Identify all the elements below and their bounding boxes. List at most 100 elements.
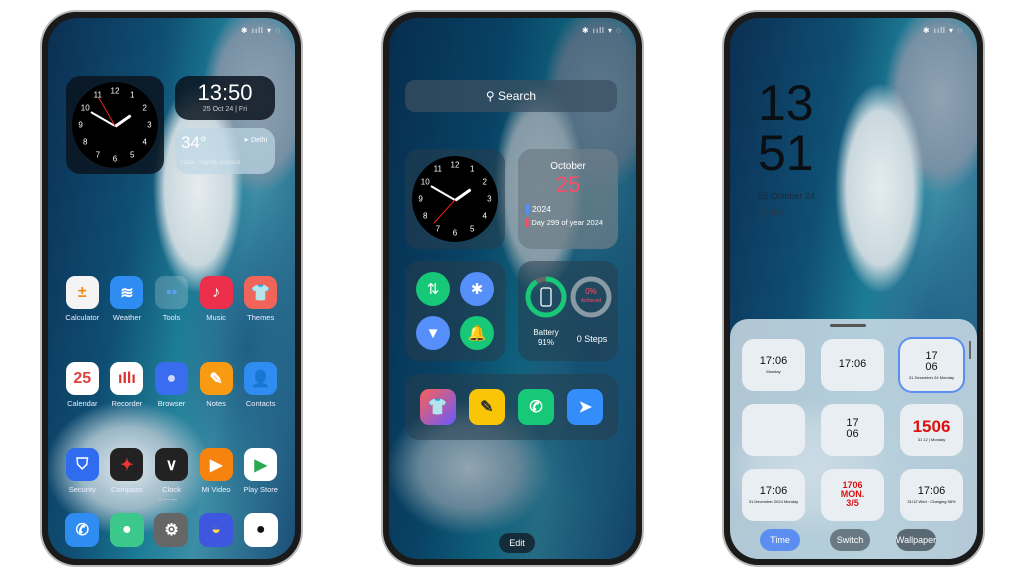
app-label: Tools — [162, 313, 181, 322]
clock-style-thumbnail[interactable]: 17:06 31/12 Wed · Charging 58% — [900, 469, 963, 521]
app-label: Music — [206, 313, 226, 322]
clock-style-thumbnail[interactable]: 17:06 31 December 2024 Monday — [742, 469, 805, 521]
calendar-widget[interactable]: October 25 ▌2024 ▌Day 299 of year 2024 — [518, 149, 618, 249]
app-play-store[interactable]: ▶ Play Store — [238, 448, 283, 494]
clock-style-thumbnail[interactable]: 17 06 — [821, 404, 884, 456]
whatsapp-icon[interactable]: ✆ — [518, 389, 555, 425]
contacts-icon: 👤 — [244, 362, 278, 395]
clock-face: 1 2 3 4 5 6 7 8 9 10 11 12 — [412, 156, 498, 242]
dock-item[interactable]: ⚙ — [149, 513, 194, 547]
clock-style-thumbnail[interactable]: 17 06 31 December 24 Monday — [900, 339, 963, 391]
app-label: Calendar — [67, 399, 98, 408]
notes-icon: ✎ — [199, 362, 233, 395]
app-contacts[interactable]: 👤 Contacts — [238, 362, 283, 408]
thumb-sub: 31 12 | Monday — [917, 437, 946, 442]
thumb-sub: Monday — [766, 369, 781, 374]
settings-icon: ⚙ — [154, 513, 189, 547]
app-mi-video[interactable]: ▶ Mi Video — [194, 448, 239, 494]
digital-time: 13:50 — [197, 80, 253, 105]
clock-numeral: 12 — [110, 86, 120, 96]
app-notes[interactable]: ✎ Notes — [194, 362, 239, 408]
dock-item[interactable]: ● — [238, 513, 283, 547]
thumb-time: 17:06 — [917, 485, 946, 497]
app-recorder[interactable]: ıIlı Recorder — [105, 362, 150, 408]
telegram-icon[interactable]: ➤ — [567, 389, 604, 425]
app-grid: ± Calculator ≋ Weather ▪▪ Tools ♪ Music 👕 Themes 2… — [60, 276, 283, 494]
scrollbar[interactable] — [969, 341, 971, 359]
thumb-sub: 31 December 24 Monday — [909, 374, 954, 380]
drag-handle[interactable] — [830, 324, 866, 327]
clock-face: 1 2 3 4 5 6 7 8 9 10 11 12 — [72, 82, 158, 168]
dock-item[interactable]: ✆ — [60, 513, 105, 547]
bluetooth-toggle[interactable]: ✱ — [460, 272, 494, 306]
calendar-year: 2024 — [532, 204, 551, 214]
clock-style-thumbnail[interactable]: 1706 MON. 3/5 — [821, 469, 884, 521]
clock-numeral: 9 — [78, 120, 83, 130]
thumb-time: 1706 MON. 3/5 — [840, 479, 865, 508]
phone-home-screen: ✱ ııll ▾ ◌ 1 2 3 4 5 6 7 8 9 10 11 12 13:50 25 Oct … — [42, 12, 301, 565]
mobile-data-toggle[interactable]: ⇅ — [416, 272, 450, 306]
battery-steps-widget[interactable]: 0% Achieved Battery 91% 0 Steps — [518, 261, 618, 361]
thumb-time: 17 06 — [846, 417, 859, 440]
clock-numeral: 4 — [142, 137, 148, 147]
dock-item[interactable]: ● — [105, 513, 150, 547]
tools-folder-icon: ▪▪ — [154, 276, 188, 309]
dock: ✆ ● ⚙ ◒ ● — [60, 513, 283, 547]
app-calculator[interactable]: ± Calculator — [60, 276, 105, 322]
camera-icon: ● — [243, 513, 278, 547]
tab-switch[interactable]: Switch — [830, 529, 870, 551]
search-label: Search — [498, 89, 537, 103]
analog-clock-widget[interactable]: 1 2 3 4 5 6 7 8 9 10 11 12 — [405, 149, 505, 249]
clock-hand — [454, 188, 472, 202]
tab-wallpaper[interactable]: Wallpaper — [896, 529, 936, 551]
weather-temp: 34° — [181, 133, 207, 152]
dock-item[interactable]: ◒ — [194, 513, 239, 547]
weather-widget[interactable]: 34° ➤ Delhi Haze, Slightly polluted — [175, 128, 275, 174]
app-label: Compass — [111, 485, 143, 494]
bell-toggle[interactable]: 🔔 — [460, 316, 494, 350]
clock-style-thumbnail[interactable]: 17:06 Monday — [742, 339, 805, 391]
app-label: Recorder — [111, 399, 143, 408]
clock-style-thumbnail[interactable]: 1506 31 12 | Monday — [900, 404, 963, 456]
clock-style-thumbnail[interactable]: 17:06 — [821, 339, 884, 391]
app-security[interactable]: ⛉ Security — [60, 448, 105, 494]
steps-ring — [570, 276, 612, 318]
clock-style-thumbnail[interactable] — [742, 404, 805, 456]
notes-icon[interactable]: ✎ — [468, 389, 505, 425]
app-themes[interactable]: 👕 Themes — [238, 276, 283, 322]
mi-video-icon: ▶ — [199, 448, 233, 481]
page-indicator[interactable]: ⌂ — — — [158, 497, 177, 503]
messages-icon: ● — [109, 513, 144, 547]
app-music[interactable]: ♪ Music — [194, 276, 239, 322]
status-bar: ✱ ııll ▾ ◌ — [240, 26, 281, 35]
tab-time[interactable]: Time — [760, 529, 800, 551]
app-weather[interactable]: ≋ Weather — [105, 276, 150, 322]
analog-clock-widget[interactable]: 1 2 3 4 5 6 7 8 9 10 11 12 — [66, 76, 164, 174]
themes-icon[interactable]: 👕 — [419, 389, 456, 425]
thumb-time: 17:06 — [759, 485, 788, 497]
clock-hand — [432, 199, 456, 224]
digital-clock-widget[interactable]: 13:50 25 Oct 24 | Fri — [175, 76, 275, 120]
app-tools[interactable]: ▪▪ Tools — [149, 276, 194, 322]
app-calendar[interactable]: 25 Calendar — [60, 362, 105, 408]
weather-city: ➤ Delhi — [243, 137, 267, 144]
gallery-icon: ◒ — [199, 513, 234, 547]
city-name: Delhi — [251, 137, 267, 144]
app-compass[interactable]: ✦ Compass — [105, 448, 150, 494]
app-clock[interactable]: ∨ Clock — [149, 448, 194, 494]
recorder-icon: ıIlı — [110, 362, 144, 395]
app-browser[interactable]: ● Browser — [149, 362, 194, 408]
thumb-time: 17 06 — [925, 349, 938, 373]
lock-clock[interactable]: 13 51 — [758, 78, 814, 178]
steps-count: 0 Steps — [576, 334, 608, 344]
wifi-toggle[interactable]: ▼ — [416, 316, 450, 350]
weather-icon: ≋ — [110, 276, 144, 309]
style-grid: 17:06 Monday 17:06 17 06 31 December 24 Mond… — [742, 339, 963, 521]
clock-numeral: 7 — [95, 150, 101, 160]
calendar-month: October — [550, 161, 586, 172]
search-bar[interactable]: ⚲ Search — [405, 80, 617, 112]
edit-button[interactable]: Edit — [499, 533, 535, 553]
home-screen: ✱ ııll ▾ ◌ 1 2 3 4 5 6 7 8 9 10 11 12 13:50 25 Oct … — [48, 18, 295, 559]
compass-icon: ✦ — [110, 448, 144, 481]
lock-weekday: Friday — [758, 207, 784, 217]
